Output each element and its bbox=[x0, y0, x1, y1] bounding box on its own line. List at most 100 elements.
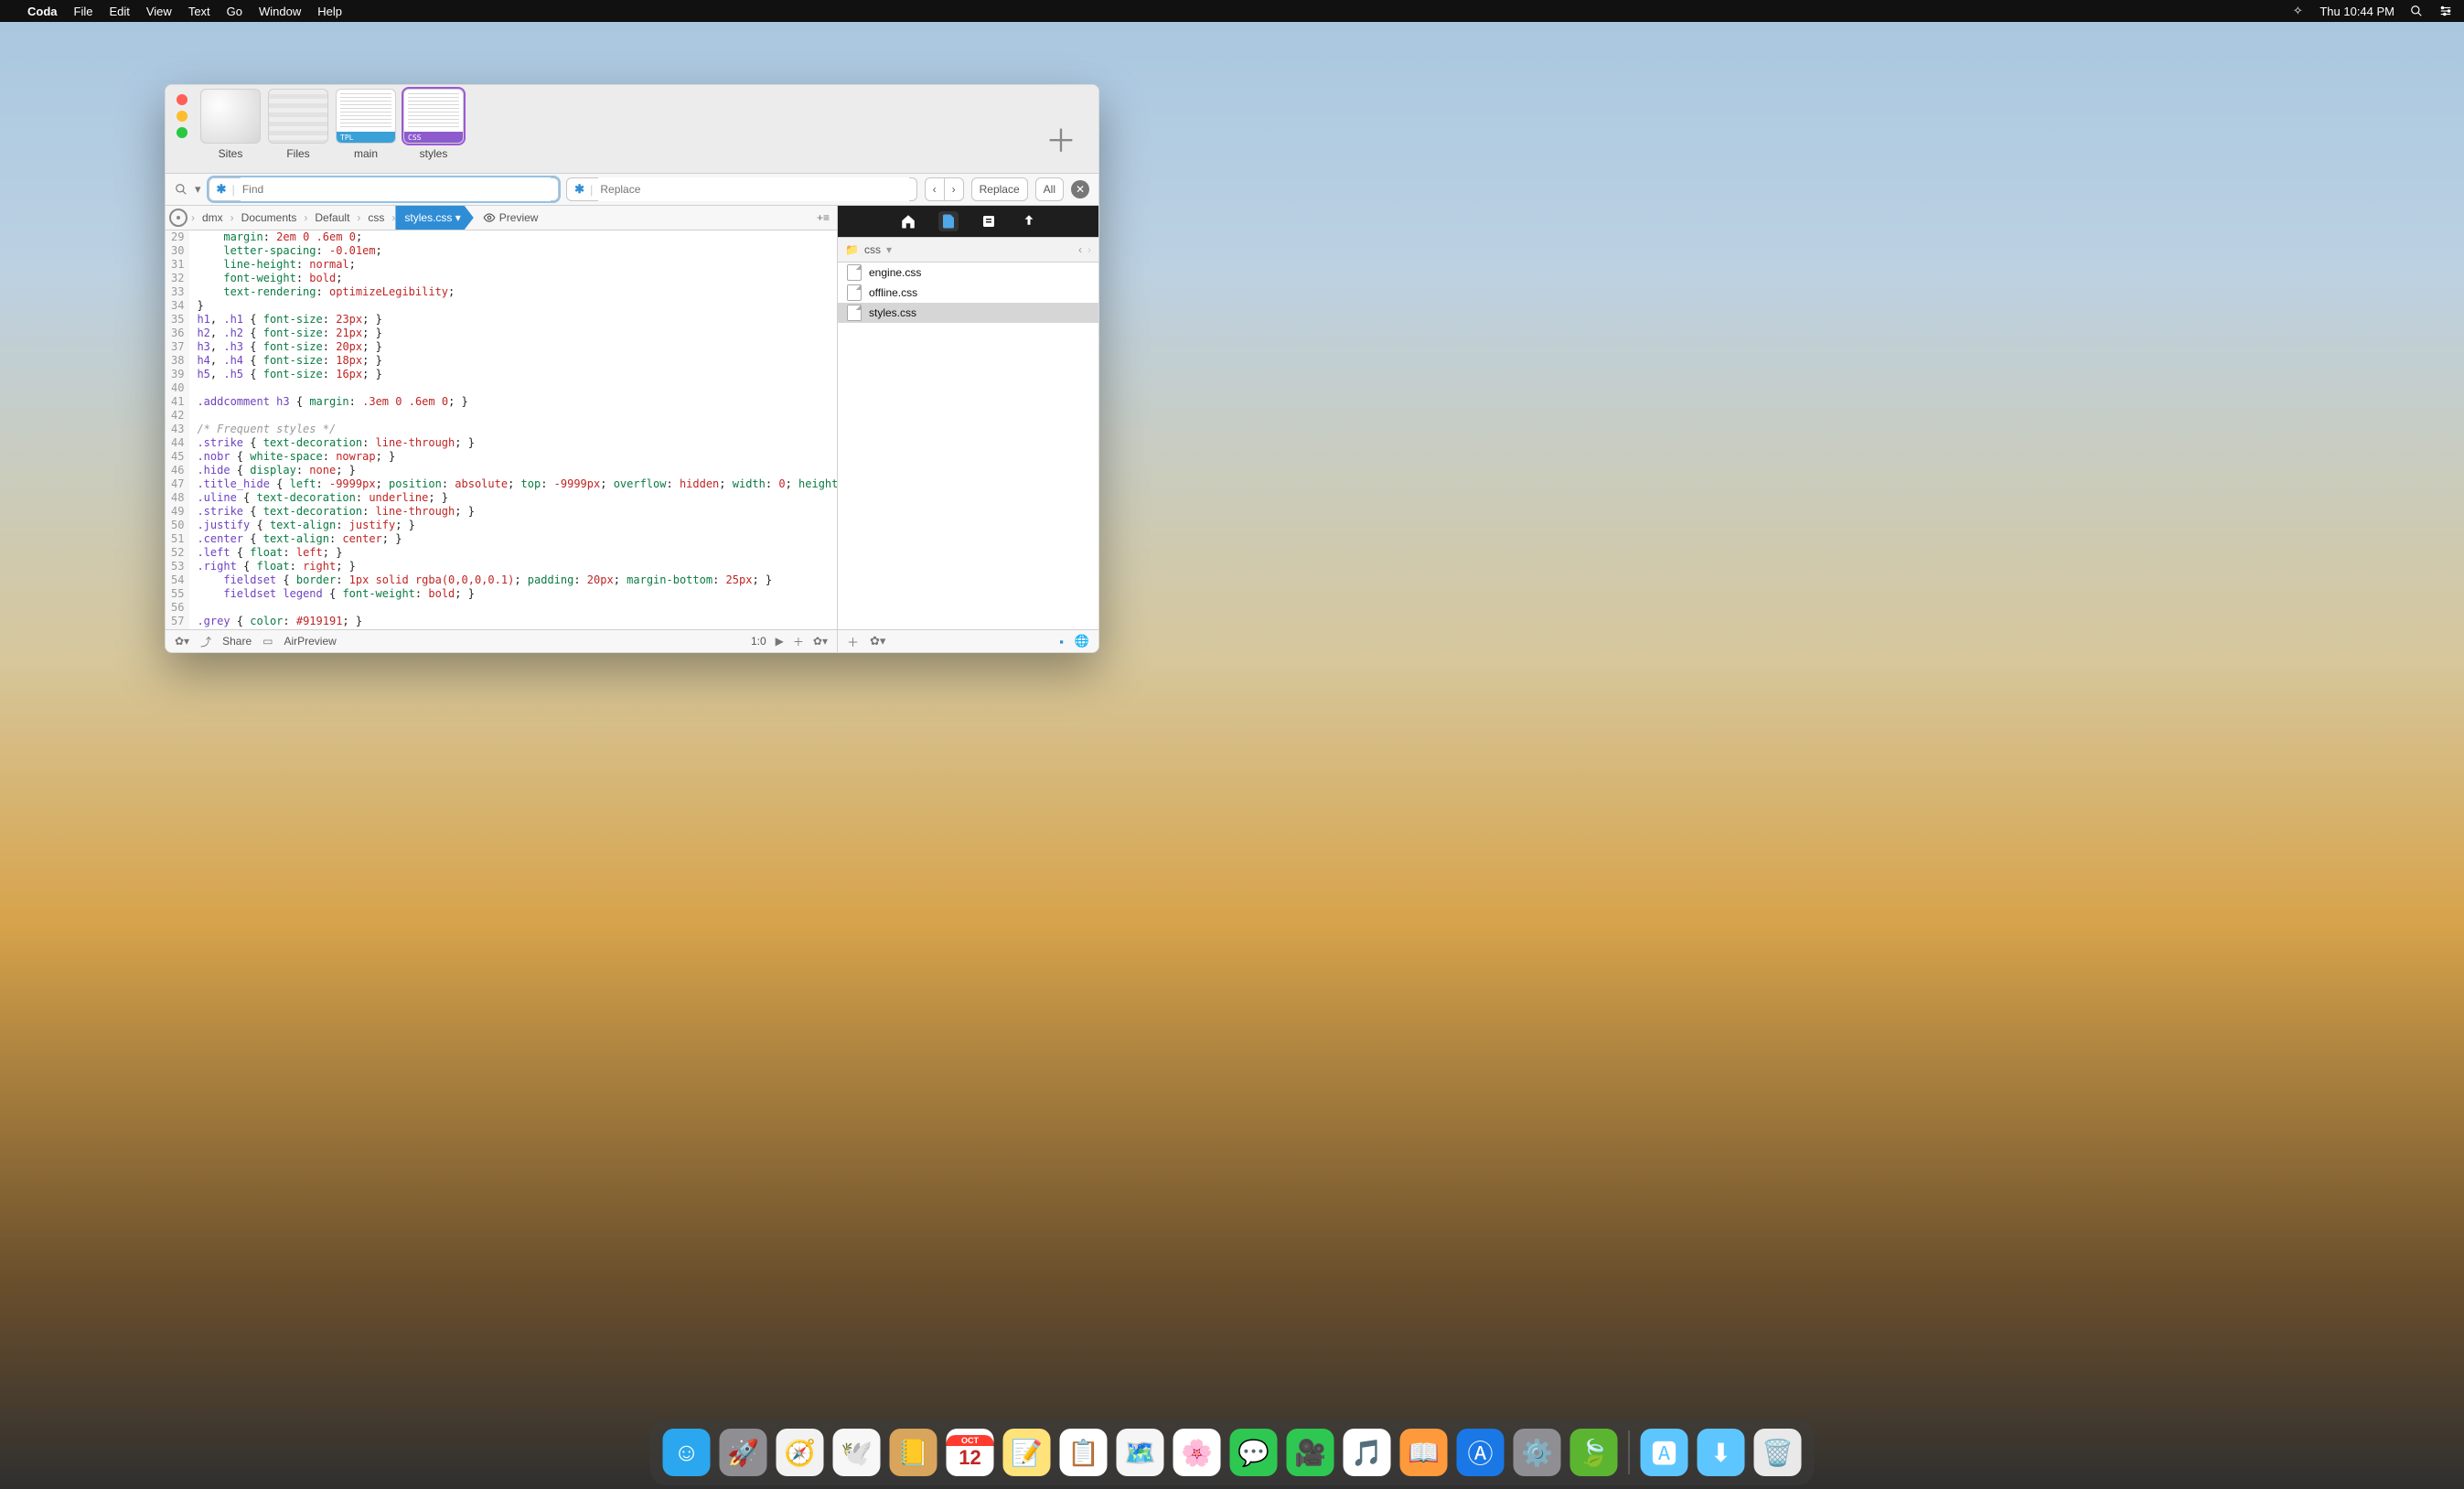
share-icon[interactable]: ⤴ bbox=[200, 634, 211, 649]
dock-reminders[interactable]: 📋 bbox=[1060, 1429, 1108, 1476]
clips-icon[interactable] bbox=[979, 211, 999, 231]
replace-input[interactable] bbox=[598, 177, 908, 201]
tab-main[interactable]: TPLmain bbox=[334, 89, 398, 160]
code-content[interactable]: margin: 2em 0 .6em 0; letter-spacing: -0… bbox=[189, 230, 837, 629]
editor-status-bar: ✿▾ ⤴ Share ▭ AirPreview 1:0 ▶ ＋ ✿▾ bbox=[166, 629, 837, 652]
dock-itunes[interactable]: 🎵 bbox=[1344, 1429, 1391, 1476]
airpreview-label[interactable]: AirPreview bbox=[284, 635, 336, 648]
nav-fwd-icon[interactable]: › bbox=[1087, 243, 1091, 256]
menu-go[interactable]: Go bbox=[227, 5, 242, 18]
dock-coda[interactable]: 🍃 bbox=[1570, 1429, 1618, 1476]
file-row[interactable]: engine.css bbox=[838, 262, 1098, 283]
zoom-button[interactable] bbox=[177, 127, 187, 138]
dock-trash[interactable]: 🗑️ bbox=[1754, 1429, 1802, 1476]
dock-photos[interactable]: 🌸 bbox=[1173, 1429, 1221, 1476]
run-icon[interactable]: ▶ bbox=[776, 635, 784, 648]
control-center-icon[interactable] bbox=[2438, 4, 2453, 18]
path-chevron-icon[interactable]: ▾ bbox=[886, 243, 892, 256]
add-pane-icon[interactable]: ＋ bbox=[793, 634, 804, 649]
sidebar-path-label[interactable]: css bbox=[864, 243, 881, 256]
file-list: engine.cssoffline.cssstyles.css bbox=[838, 262, 1098, 629]
code-editor[interactable]: 2930313233343536373839404142434445464748… bbox=[166, 230, 837, 629]
close-find-bar-button[interactable]: ✕ bbox=[1071, 180, 1089, 198]
crumb-default[interactable]: Default bbox=[307, 206, 357, 230]
local-view-icon[interactable]: ▪ bbox=[1059, 635, 1064, 648]
sidebar-mode-bar bbox=[838, 206, 1098, 237]
breadcrumb-bar: › dmx › Documents › Default › css › styl… bbox=[166, 206, 837, 230]
dock-finder[interactable]: ☺ bbox=[663, 1429, 711, 1476]
find-input[interactable] bbox=[241, 177, 551, 201]
dock-preferences[interactable]: ⚙️ bbox=[1514, 1429, 1561, 1476]
dock-calendar[interactable]: OCT12 bbox=[947, 1429, 994, 1476]
tab-label: Sites bbox=[198, 147, 262, 160]
find-field[interactable]: ✱ | bbox=[209, 177, 560, 201]
files-icon[interactable] bbox=[938, 211, 959, 231]
tab-files[interactable]: Files bbox=[266, 89, 330, 160]
minimize-button[interactable] bbox=[177, 111, 187, 122]
tab-strip: Sites Files TPLmainCSSstyles bbox=[198, 89, 466, 160]
replace-button[interactable]: Replace bbox=[971, 177, 1028, 201]
settings-dropdown-icon[interactable]: ✿▾ bbox=[813, 635, 828, 648]
dock-applications-folder[interactable]: 🅰 bbox=[1641, 1429, 1688, 1476]
crumb-dmx[interactable]: dmx bbox=[195, 206, 230, 230]
publish-icon[interactable] bbox=[1019, 211, 1039, 231]
dock-appstore[interactable]: Ⓐ bbox=[1457, 1429, 1505, 1476]
crumb-current-file[interactable]: styles.css ▾ bbox=[395, 206, 473, 230]
find-next-button[interactable]: › bbox=[945, 177, 964, 201]
menu-help[interactable]: Help bbox=[317, 5, 342, 18]
dock-contacts[interactable]: 📒 bbox=[890, 1429, 937, 1476]
menu-window[interactable]: Window bbox=[259, 5, 301, 18]
share-label[interactable]: Share bbox=[222, 635, 252, 648]
nav-back-icon[interactable]: ‹ bbox=[1078, 243, 1082, 256]
replace-all-button[interactable]: All bbox=[1035, 177, 1064, 201]
menubar-extra-icon[interactable]: ✧ bbox=[2290, 4, 2305, 18]
scope-chevron-icon[interactable]: ▾ bbox=[195, 182, 201, 197]
tab-label: Files bbox=[266, 147, 330, 160]
macos-menubar: Coda File Edit View Text Go Window Help … bbox=[0, 0, 2464, 22]
tab-styles[interactable]: CSSstyles bbox=[402, 89, 466, 160]
add-file-icon[interactable]: ＋ bbox=[847, 633, 859, 650]
new-tab-button[interactable]: ＋ bbox=[1045, 116, 1077, 161]
spotlight-icon[interactable] bbox=[2409, 4, 2424, 18]
find-wildcard-icon[interactable]: ✱ bbox=[217, 182, 227, 197]
menu-text[interactable]: Text bbox=[188, 5, 210, 18]
close-button[interactable] bbox=[177, 94, 187, 105]
dock-notes[interactable]: 📝 bbox=[1003, 1429, 1051, 1476]
symbol-navigator-icon[interactable] bbox=[169, 209, 187, 227]
menu-edit[interactable]: Edit bbox=[109, 5, 129, 18]
editor-pane: › dmx › Documents › Default › css › styl… bbox=[166, 206, 838, 652]
airpreview-icon[interactable]: ▭ bbox=[262, 635, 273, 648]
crumb-css[interactable]: css bbox=[360, 206, 391, 230]
file-row[interactable]: offline.css bbox=[838, 283, 1098, 303]
menu-app[interactable]: Coda bbox=[27, 5, 58, 18]
tab-sites[interactable]: Sites bbox=[198, 89, 262, 160]
add-split-button[interactable]: +≡ bbox=[817, 211, 830, 224]
dock-downloads-folder[interactable]: ⬇ bbox=[1698, 1429, 1745, 1476]
menu-file[interactable]: File bbox=[74, 5, 93, 18]
crumb-documents[interactable]: Documents bbox=[234, 206, 305, 230]
menubar-clock[interactable]: Thu 10:44 PM bbox=[2319, 5, 2394, 18]
dock-messages[interactable]: 💬 bbox=[1230, 1429, 1278, 1476]
folder-icon: 📁 bbox=[845, 243, 859, 256]
replace-field[interactable]: ✱ | bbox=[566, 177, 917, 201]
dock-separator bbox=[1629, 1430, 1630, 1474]
dock-safari[interactable]: 🧭 bbox=[777, 1429, 824, 1476]
file-icon bbox=[847, 284, 862, 301]
dock-maps[interactable]: 🗺️ bbox=[1117, 1429, 1164, 1476]
dock-ibooks[interactable]: 📖 bbox=[1400, 1429, 1448, 1476]
dock-launchpad[interactable]: 🚀 bbox=[720, 1429, 767, 1476]
find-prev-button[interactable]: ‹ bbox=[925, 177, 945, 201]
dock-facetime[interactable]: 🎥 bbox=[1287, 1429, 1334, 1476]
menu-view[interactable]: View bbox=[146, 5, 172, 18]
sidebar-action-icon[interactable]: ✿▾ bbox=[870, 634, 885, 648]
replace-wildcard-icon[interactable]: ✱ bbox=[574, 182, 584, 197]
preview-toggle[interactable]: Preview bbox=[483, 211, 539, 224]
home-icon[interactable] bbox=[898, 211, 918, 231]
gear-dropdown-icon[interactable]: ✿▾ bbox=[175, 635, 189, 648]
dock-mail[interactable]: 🕊️ bbox=[833, 1429, 881, 1476]
remote-view-icon[interactable]: 🌐 bbox=[1075, 634, 1089, 648]
find-replace-toolbar: ▾ ✱ | ✱ | ‹ › Replace All ✕ bbox=[166, 174, 1098, 206]
file-row[interactable]: styles.css bbox=[838, 303, 1098, 323]
window-controls bbox=[177, 94, 187, 138]
search-scope-icon[interactable] bbox=[175, 183, 187, 196]
